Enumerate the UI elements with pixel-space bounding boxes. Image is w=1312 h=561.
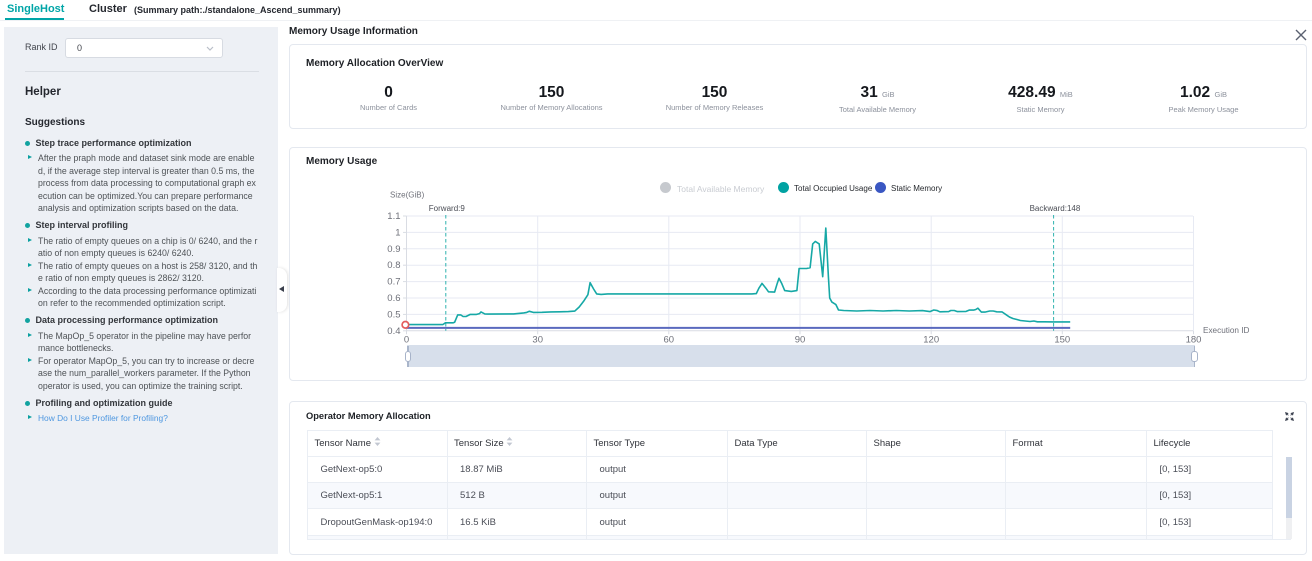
- svg-text:Execution ID: Execution ID: [1203, 326, 1250, 335]
- svg-text:0.5: 0.5: [387, 309, 400, 320]
- svg-text:0.9: 0.9: [387, 244, 400, 255]
- svg-text:1: 1: [395, 227, 400, 238]
- svg-text:0.8: 0.8: [387, 260, 400, 271]
- svg-text:90: 90: [795, 335, 806, 346]
- svg-text:60: 60: [664, 335, 675, 346]
- svg-text:0.4: 0.4: [387, 326, 400, 337]
- svg-text:180: 180: [1186, 335, 1202, 346]
- svg-text:0: 0: [404, 335, 409, 346]
- svg-text:150: 150: [1054, 335, 1070, 346]
- svg-text:Forward:9: Forward:9: [429, 204, 466, 213]
- svg-text:120: 120: [923, 335, 939, 346]
- svg-text:30: 30: [532, 335, 543, 346]
- svg-text:0.6: 0.6: [387, 293, 400, 304]
- svg-text:0.7: 0.7: [387, 277, 400, 288]
- svg-text:Size(GiB): Size(GiB): [390, 191, 425, 200]
- svg-text:1.1: 1.1: [387, 211, 400, 222]
- svg-text:Backward:148: Backward:148: [1030, 204, 1081, 213]
